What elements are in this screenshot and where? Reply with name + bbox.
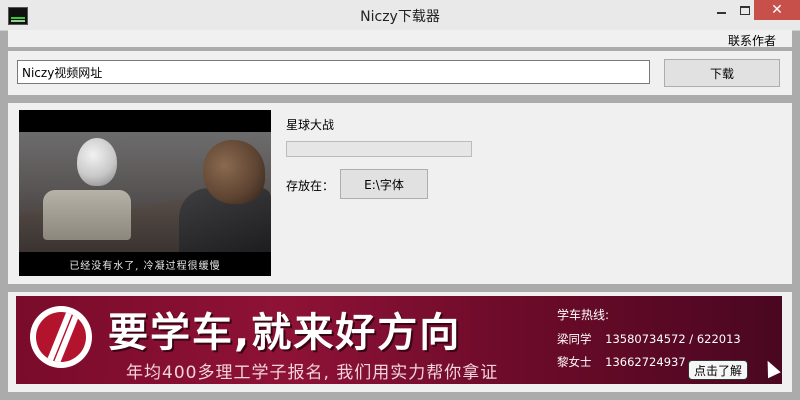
window-title: Niczy下载器 <box>360 9 440 25</box>
ad-headline: 要学车,就来好方向 <box>108 310 462 356</box>
video-title: 星球大战 <box>286 118 335 132</box>
ad-banner[interactable]: 要学车,就来好方向 年均400多理工学子报名, 我们用实力帮你拿证 学车热线: … <box>16 296 782 384</box>
ad-subtitle: 年均400多理工学子报名, 我们用实力帮你拿证 <box>126 363 499 383</box>
ad-hotline-title: 学车热线: <box>557 308 610 322</box>
ad-learn-more-button[interactable]: 点击了解 <box>688 360 749 380</box>
close-icon: ✕ <box>771 2 783 18</box>
minimize-icon <box>716 12 726 14</box>
ad-contact: 梁同学 13580734572 / 622013 <box>557 331 741 347</box>
video-thumbnail: 已经没有水了, 冷凝过程很缓慢 <box>19 110 271 276</box>
close-button[interactable]: ✕ <box>754 0 800 20</box>
menu-item-contact-author[interactable]: 联系作者 <box>728 32 776 49</box>
save-location-label: 存放在： <box>286 179 335 193</box>
download-button[interactable]: 下载 <box>664 59 780 87</box>
contact-phone: 13580734572 / 622013 <box>605 332 741 346</box>
url-input[interactable] <box>17 60 650 84</box>
contact-phone: 13662724937 <box>605 355 686 369</box>
video-frame <box>19 132 271 252</box>
cursor-icon <box>761 357 781 379</box>
video-info-panel: 已经没有水了, 冷凝过程很缓慢 星球大战 存放在： E:\字体 <box>8 103 792 284</box>
maximize-icon <box>740 5 750 15</box>
menu-bar: 联系作者 <box>8 30 792 49</box>
video-subtitle: 已经没有水了, 冷凝过程很缓慢 <box>69 261 221 272</box>
contact-name: 黎女士 <box>557 355 592 369</box>
save-path-button[interactable]: E:\字体 <box>340 169 428 199</box>
app-window: Niczy下载器 ✕ 联系作者 下载 已经没有水了, 冷凝过程很缓慢 星球 <box>0 0 800 400</box>
ad-contact: 黎女士 13662724937 <box>557 354 686 370</box>
download-progress-bar <box>286 141 472 157</box>
driving-school-logo <box>30 306 92 368</box>
url-panel: 下载 <box>8 51 792 95</box>
ad-panel: 要学车,就来好方向 年均400多理工学子报名, 我们用实力帮你拿证 学车热线: … <box>8 292 792 392</box>
contact-name: 梁同学 <box>557 332 592 346</box>
minimize-button[interactable] <box>708 0 734 20</box>
title-bar[interactable]: Niczy下载器 ✕ <box>0 0 800 31</box>
